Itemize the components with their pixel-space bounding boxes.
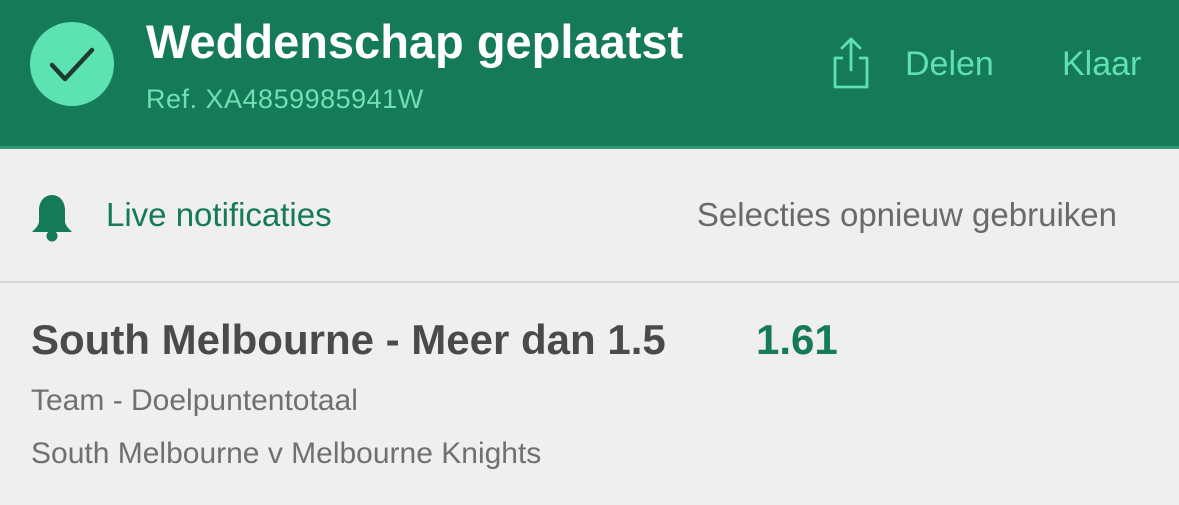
selection-odds: 1.61 bbox=[756, 316, 838, 363]
done-button[interactable]: Klaar bbox=[1062, 45, 1141, 84]
page-title: Weddenschap geplaatst bbox=[146, 15, 684, 68]
market-name: Team - Doelpuntentotaal bbox=[31, 384, 358, 417]
bet-reference: Ref. XA4859985941W bbox=[146, 84, 424, 114]
divider bbox=[0, 281, 1179, 283]
reuse-selections-link[interactable]: Selecties opnieuw gebruiken bbox=[697, 196, 1117, 234]
check-icon bbox=[30, 22, 114, 106]
event-name: South Melbourne v Melbourne Knights bbox=[31, 437, 542, 470]
live-notifications-link[interactable]: Live notificaties bbox=[106, 196, 332, 234]
share-button[interactable]: Delen bbox=[905, 45, 994, 84]
bell-icon[interactable] bbox=[29, 192, 75, 242]
selection-title: South Melbourne - Meer dan 1.5 bbox=[31, 316, 666, 363]
share-icon[interactable] bbox=[830, 36, 872, 90]
